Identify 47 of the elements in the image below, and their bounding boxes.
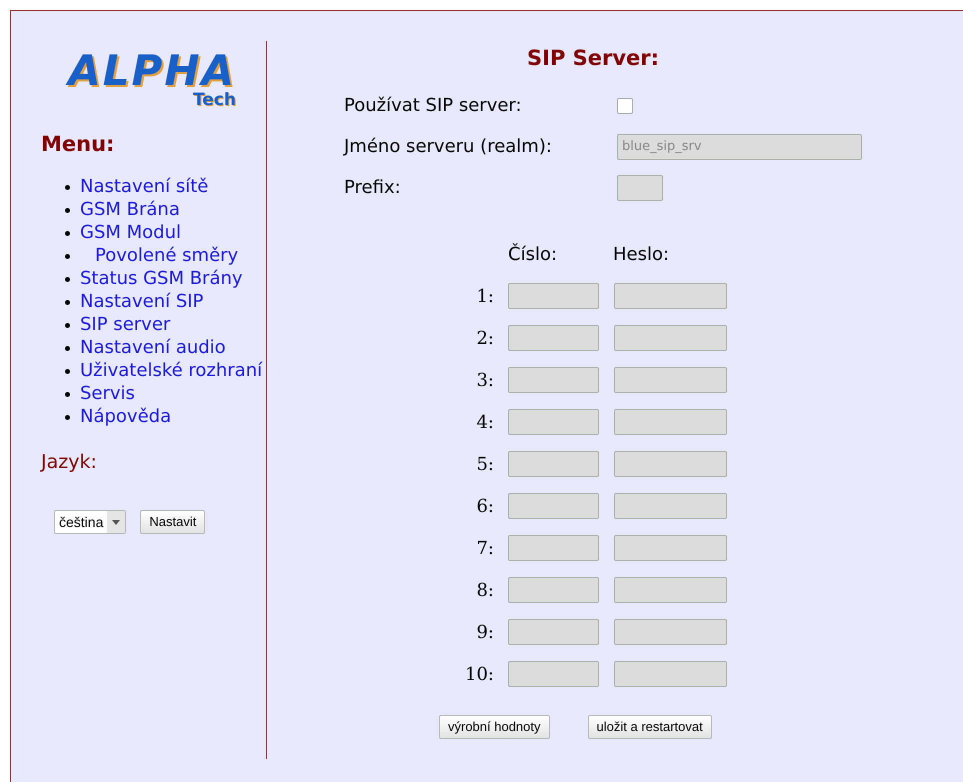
set-language-button[interactable]: Nastavit: [140, 510, 206, 534]
bullet-icon: [65, 322, 70, 328]
menu-heading: Menu:: [41, 131, 116, 158]
save-restart-button[interactable]: uložit a restartovat: [588, 714, 712, 738]
language-heading: Jazyk:: [41, 450, 98, 474]
row-number: 10:: [464, 662, 494, 686]
row-number: 1:: [475, 284, 494, 308]
bullet-icon: [65, 276, 70, 282]
row-number: 4:: [475, 410, 494, 434]
menu-link[interactable]: SIP server: [80, 312, 170, 336]
bullet-icon: [65, 414, 70, 420]
row-number: 6:: [475, 494, 494, 518]
bullet-icon: [65, 368, 70, 374]
menu-link[interactable]: Nastavení audio: [80, 336, 226, 358]
bullet-icon: [65, 346, 70, 350]
bullet-icon: [65, 208, 70, 212]
defaults-button[interactable]: výrobní hodnoty: [439, 714, 550, 738]
menu-link[interactable]: Uživatelské rozhraní: [80, 358, 262, 382]
menu-link[interactable]: Nastavení SIP: [80, 290, 204, 312]
row-number: 3:: [475, 368, 494, 392]
row-number: 8:: [475, 578, 494, 602]
field-label: Prefix:: [344, 176, 402, 200]
column-header: Heslo:: [613, 242, 670, 266]
menu-link[interactable]: Servis: [80, 382, 135, 404]
row-number: 5:: [475, 452, 494, 476]
form-title: SIP Server:: [527, 45, 660, 72]
bullet-icon: [65, 184, 70, 190]
row-number: 2:: [475, 326, 494, 350]
menu-link[interactable]: Povolené směry: [80, 244, 238, 266]
menu-link[interactable]: Status GSM Brány: [80, 266, 243, 290]
logo: ALPHA Tech: [51, 51, 236, 109]
bullet-icon: [65, 392, 70, 396]
language-select[interactable]: čeština: [54, 510, 126, 534]
field-label: Jméno serveru (realm):: [344, 135, 553, 159]
menu-link[interactable]: Nápověda: [80, 404, 172, 428]
menu-link[interactable]: Nastavení sítě: [80, 174, 208, 198]
row-number: 7:: [475, 536, 494, 560]
field-label: Používat SIP server:: [344, 94, 523, 118]
bullet-icon: [65, 254, 70, 258]
bullet-icon: [65, 230, 70, 236]
bullet-icon: [65, 300, 70, 304]
menu-link[interactable]: GSM Modul: [80, 220, 182, 244]
caret-icon: [107, 511, 126, 533]
column-header: Číslo:: [508, 242, 558, 266]
row-number: 9:: [475, 620, 494, 644]
menu-link[interactable]: GSM Brána: [80, 198, 180, 220]
checkbox[interactable]: [617, 98, 633, 114]
